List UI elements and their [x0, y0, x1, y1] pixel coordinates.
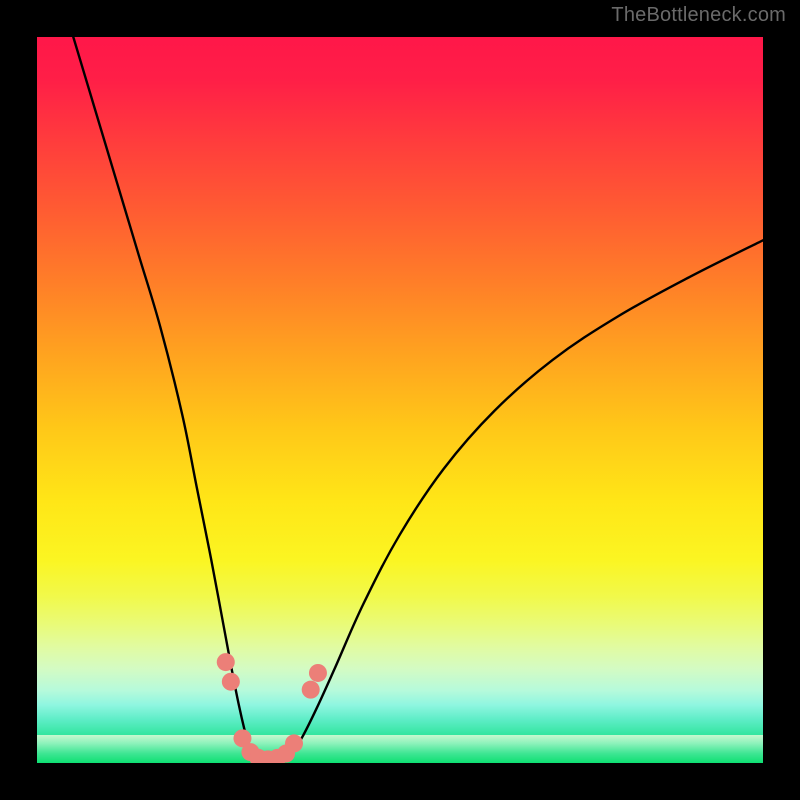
- right-upper-dot-2: [309, 664, 327, 682]
- curve-layer: [37, 37, 763, 763]
- watermark-text: TheBottleneck.com: [611, 4, 786, 27]
- series-right-branch: [284, 240, 763, 761]
- series-left-branch: [73, 37, 255, 761]
- chart-frame: TheBottleneck.com: [0, 0, 800, 800]
- plot-area: [37, 37, 763, 763]
- left-upper-dot-1: [217, 653, 235, 671]
- right-upper-dot-1: [302, 681, 320, 699]
- left-upper-dot-2: [222, 673, 240, 691]
- valley-dot-7: [285, 734, 303, 752]
